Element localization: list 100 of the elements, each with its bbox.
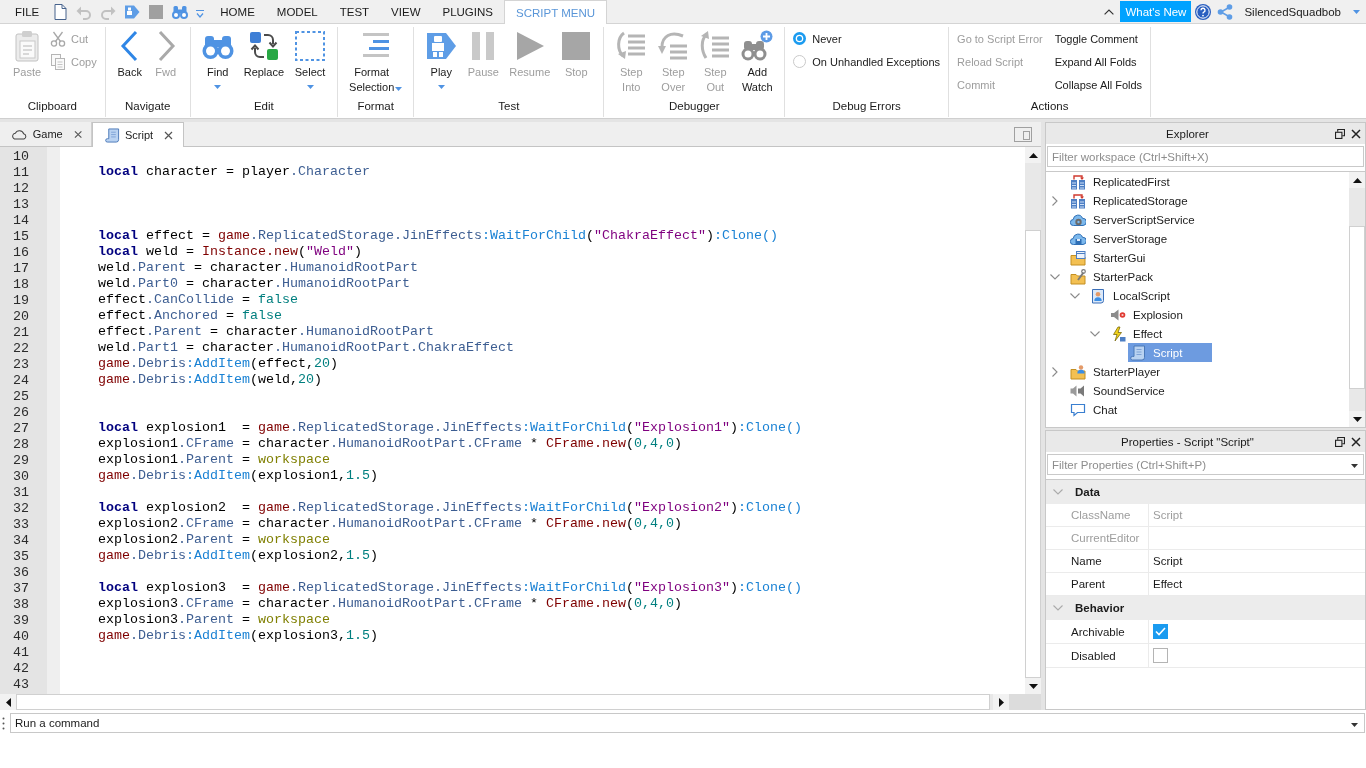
tree-item[interactable]: StarterPack [1068,267,1158,286]
checkbox[interactable] [1153,624,1168,639]
line-number: 23 [13,357,29,372]
tree-item[interactable]: ServerScriptService [1068,210,1199,229]
radio-option[interactable]: On Unhandled Exceptions [793,55,941,68]
section-header[interactable]: Data [1046,480,1365,504]
tree-item[interactable]: ReplicatedFirst [1068,172,1174,191]
document-tab[interactable]: Script [92,122,184,147]
chevron-down-icon[interactable] [1050,273,1060,280]
replace-button[interactable]: Replace [238,30,290,80]
section-header[interactable]: Behavior [1046,596,1365,620]
code-line: weld.Parent = character.HumanoidRootPart [98,260,418,275]
command-field[interactable]: Run a command [10,713,1365,733]
caret-up-icon[interactable] [1104,8,1115,15]
property-value[interactable]: Effect [1153,578,1183,590]
caret-down-icon[interactable] [1351,723,1358,727]
tree-item[interactable]: ServerStorage [1068,229,1172,248]
scroll-down-button[interactable] [1349,411,1365,427]
scroll-left-button[interactable] [0,694,16,710]
back-button[interactable]: Back [111,30,148,80]
tree-item[interactable]: Effect [1108,324,1167,343]
tree-item[interactable]: Explosion [1108,305,1187,324]
property-name: ClassName [1071,509,1131,521]
curved-arrow-lines-icon [657,30,690,62]
close-icon[interactable] [164,130,174,140]
help-icon[interactable] [1195,3,1212,20]
tree-item[interactable]: Chat [1068,400,1122,419]
tree-item[interactable]: SoundService [1068,381,1169,400]
scroll-up-button[interactable] [1025,147,1041,163]
ribbon-command[interactable]: Toggle Comment [1054,32,1143,45]
property-value[interactable]: Script [1153,555,1183,567]
close-icon[interactable] [1351,128,1361,139]
format-button[interactable]: Format Selection [344,30,408,95]
play-button[interactable]: Play [420,30,463,89]
code-line: effect.CanCollide = false [98,292,298,307]
code-line: explosion3.CFrame = character.HumanoidRootPart.CFrame * CFrame.new(0,4,0) [98,596,682,611]
line-number: 22 [13,341,29,356]
tree-item[interactable]: LocalScript [1088,286,1174,305]
select-button[interactable]: Select [289,30,332,89]
group-label: Actions [1030,99,1069,114]
document-icon[interactable] [52,3,69,20]
scroll-up-button[interactable] [1349,172,1365,188]
lightning-icon [1110,325,1126,342]
folder-person-icon [1070,363,1086,380]
chevron-down-icon[interactable] [1090,330,1100,337]
code-line: local weld = Instance.new("Weld") [98,244,362,259]
code-line: explosion1.Parent = workspace [98,452,330,467]
grip-icon[interactable] [2,716,5,730]
tree-item[interactable]: StarterGui [1068,248,1150,267]
binoculars-icon[interactable] [172,3,189,20]
ribbon-tab[interactable]: VIEW [380,0,432,23]
tree-item[interactable]: StarterPlayer [1068,362,1165,381]
stop-square-icon [560,30,593,62]
add-watch-button[interactable]: Add Watch [736,30,779,95]
line-number: 28 [13,437,29,452]
restore-window-icon[interactable] [1335,128,1345,139]
ribbon-command[interactable]: Expand All Folds [1054,55,1143,68]
line-number: 12 [13,181,29,196]
find-button[interactable]: Find [196,30,239,89]
ribbon-tab[interactable]: PLUGINS [431,0,504,23]
code-line: game.Debris:AddItem(explosion1,1.5) [98,468,378,483]
line-number: 16 [13,245,29,260]
line-number: 11 [13,165,29,180]
group-label: Edit [253,99,274,114]
pages-icon [50,53,66,70]
line-number: 35 [13,549,29,564]
code-line: local character = player.Character [98,164,370,179]
line-number: 33 [13,517,29,532]
radio-option[interactable]: Never [793,32,941,45]
ribbon-tab[interactable]: HOME [209,0,266,23]
filter-field[interactable]: Filter workspace (Ctrl+Shift+X) [1047,146,1364,167]
chevron-right-icon[interactable] [1052,366,1058,377]
caret-down-icon[interactable] [1351,463,1358,468]
triangle-up-icon [1028,152,1038,158]
ribbon-command[interactable]: Collapse All Folds [1054,78,1143,91]
group-label: Navigate [125,99,171,114]
line-number: 30 [13,469,29,484]
scroll-right-button[interactable] [993,694,1009,710]
file-menu[interactable]: FILE [0,0,53,23]
line-number: 40 [13,629,29,644]
scroll-down-button[interactable] [1025,678,1041,694]
checkbox[interactable] [1153,648,1168,663]
code-line: explosion1.CFrame = character.HumanoidRootPart.CFrame * CFrame.new(0,4,0) [98,436,682,451]
ribbon-tab[interactable]: MODEL [265,0,329,23]
user-menu[interactable]: SilencedSquadbob [1233,0,1366,23]
scroll-thumb[interactable] [1349,226,1365,389]
restore-window-icon[interactable] [1335,436,1345,447]
filter-field[interactable]: Filter Properties (Ctrl+Shift+P) [1047,454,1364,475]
triangle-left-icon [5,697,11,707]
property-name: Name [1071,555,1102,567]
property-name: Parent [1071,578,1105,590]
figure-arrow-icon[interactable] [124,3,141,20]
close-icon[interactable] [1351,436,1361,447]
chevron-right-icon[interactable] [1052,195,1058,206]
tree-item[interactable]: ReplicatedStorage [1068,191,1192,210]
ribbon-tab[interactable]: TEST [328,0,381,23]
chevron-down-icon[interactable] [1070,292,1080,299]
scroll-thumb[interactable] [1025,230,1041,678]
group-label: Test [498,99,520,114]
property-name: CurrentEditor [1071,532,1140,544]
